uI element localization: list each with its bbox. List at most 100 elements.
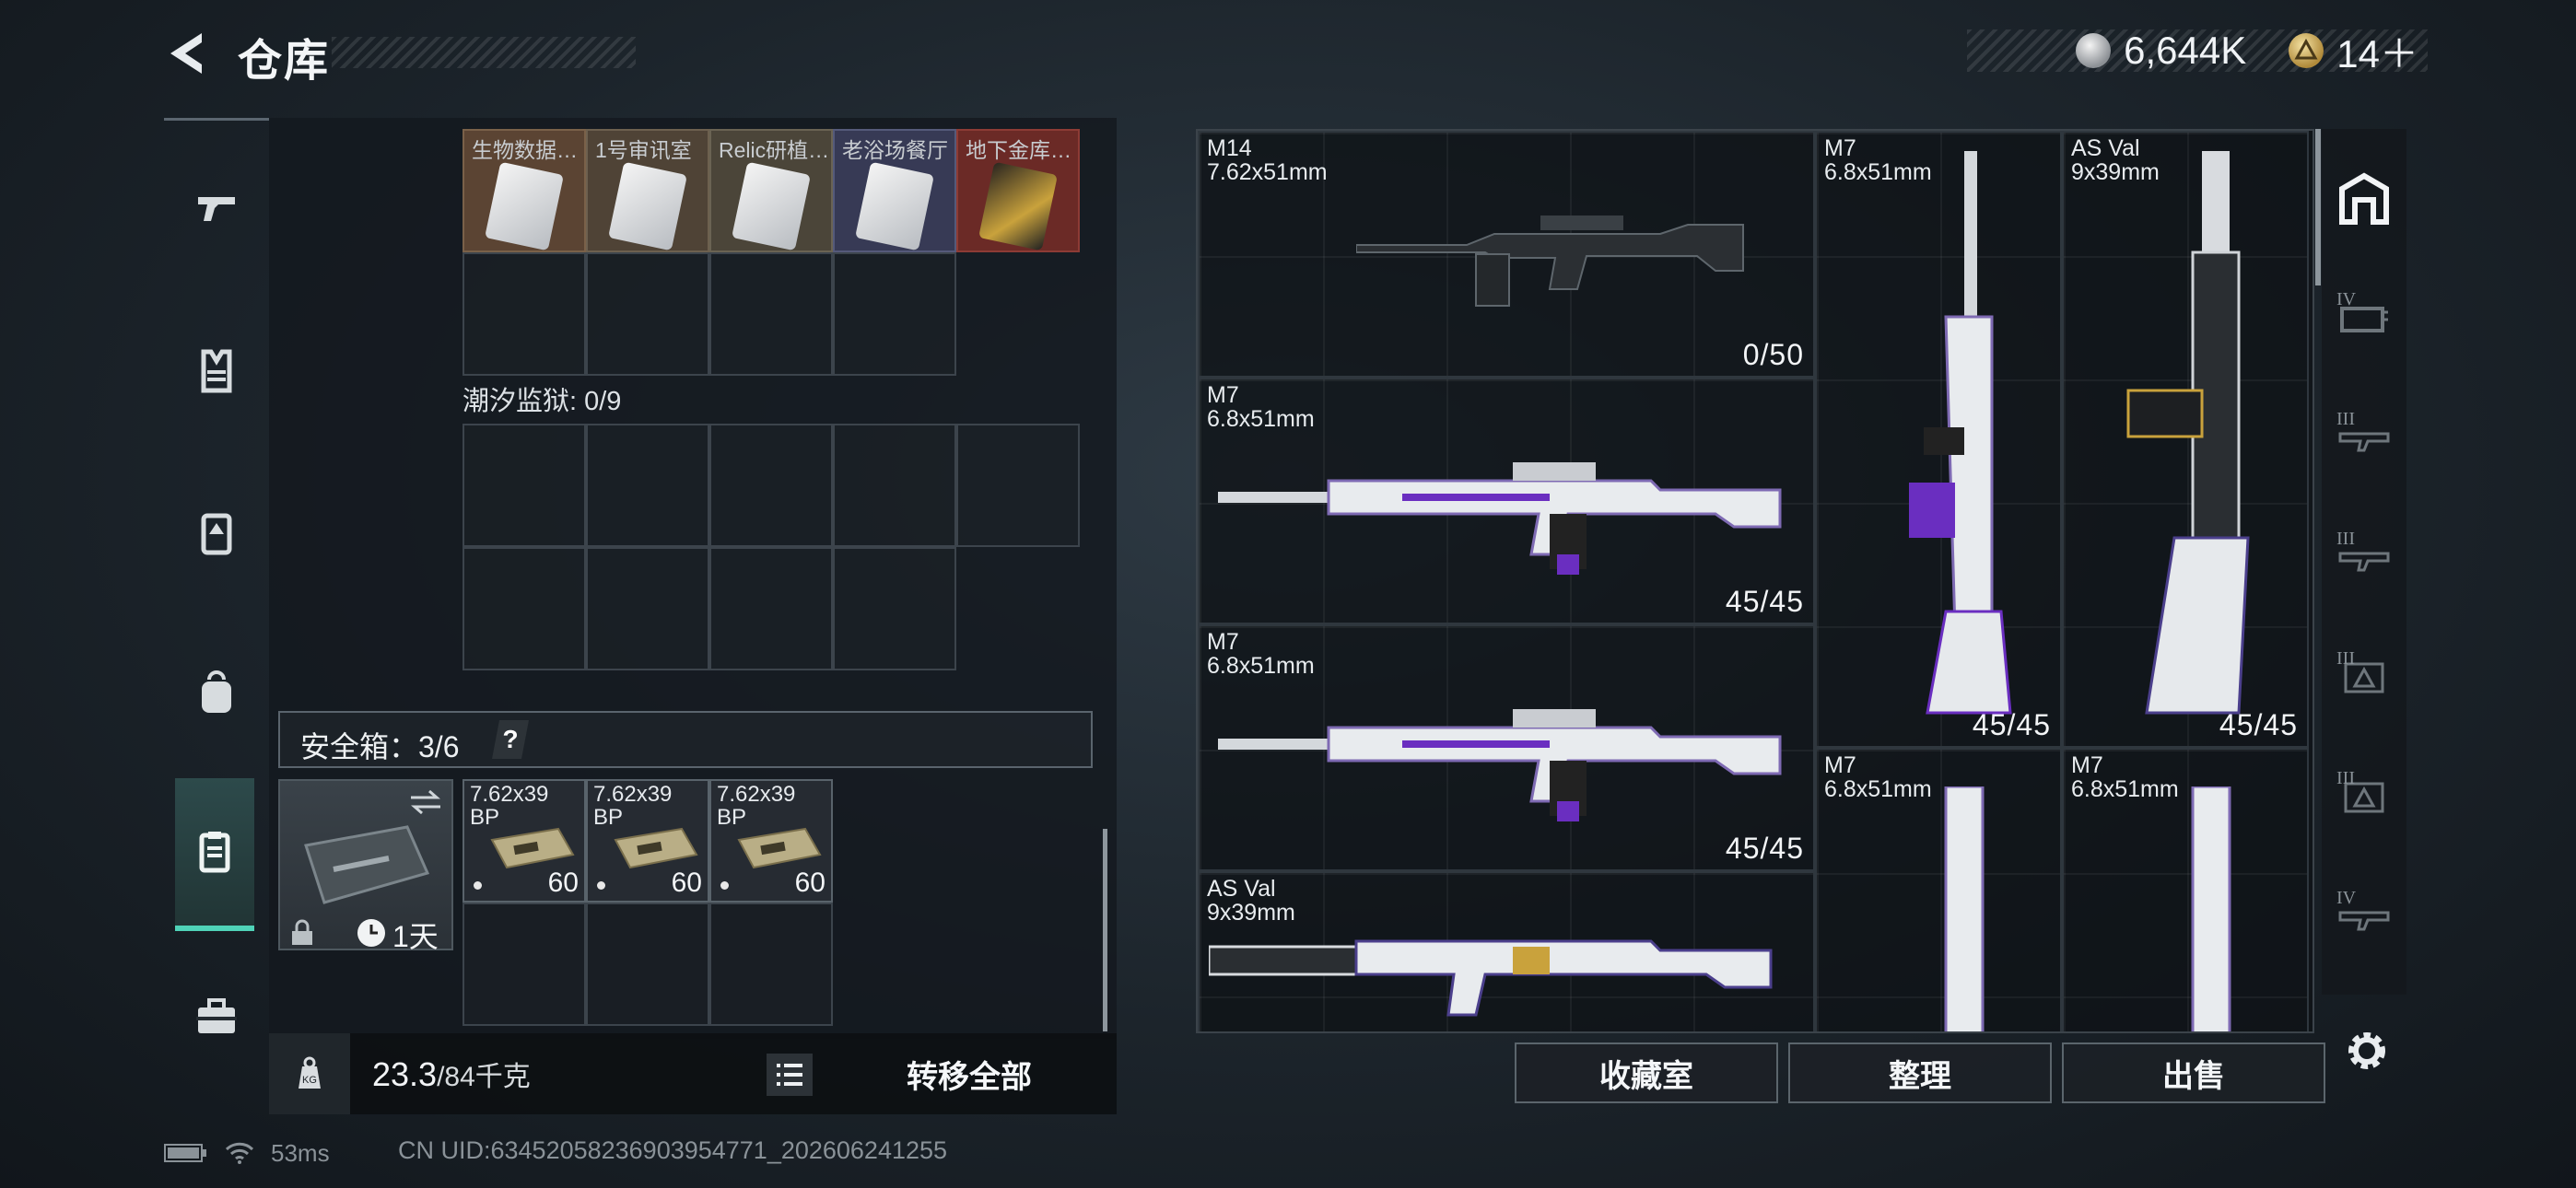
ammo-item[interactable]: 7.62x39 BP 60: [709, 779, 833, 903]
weapon-slot[interactable]: M7 6.8x51mm 45/45: [1815, 131, 2062, 748]
key-card-icon: [608, 161, 687, 250]
key-card-slot[interactable]: 地下金库…: [956, 129, 1080, 252]
weapon-slot[interactable]: M7 6.8x51mm 45/45: [1198, 378, 1815, 624]
list-view-button[interactable]: [767, 1054, 813, 1096]
back-button[interactable]: [157, 28, 221, 79]
key-card-slot[interactable]: 生物数据…: [463, 129, 586, 252]
tab-rigs[interactable]: [164, 463, 269, 601]
weapon-name: M14 7.62x51mm: [1207, 135, 1328, 185]
sell-button[interactable]: 出售: [2062, 1042, 2325, 1103]
weapon-slot[interactable]: AS Val 9x39mm 45/45: [2062, 131, 2309, 748]
weapon-name: M7 6.8x51mm: [1824, 752, 1932, 802]
ammo-count: 60: [671, 868, 702, 898]
empty-slot[interactable]: [463, 903, 586, 1026]
filter-tier-iii-armor[interactable]: III: [2322, 617, 2406, 737]
rig-icon: [201, 513, 232, 555]
tab-backpacks[interactable]: [164, 623, 269, 762]
empty-slot[interactable]: [833, 424, 956, 547]
empty-slot[interactable]: [463, 424, 586, 547]
weapon-locker-icon: [2339, 172, 2389, 225]
empty-slot[interactable]: [586, 903, 709, 1026]
clipboard-icon: [199, 832, 230, 873]
empty-slot[interactable]: [833, 252, 956, 376]
settings-button[interactable]: [2338, 1022, 2395, 1079]
weapon-slot[interactable]: M14 7.62x51mm 0/50: [1198, 131, 1815, 378]
ammo-indicator-dot: [597, 881, 605, 890]
empty-slot[interactable]: [956, 424, 1080, 547]
filter-tier-iii-rifles[interactable]: III: [2322, 378, 2406, 497]
key-card-label: 1号审讯室: [595, 138, 692, 162]
empty-slot[interactable]: [586, 252, 709, 376]
empty-slot[interactable]: [709, 547, 833, 670]
weapon-stash-panel: M14 7.62x51mm 0/50 M7 6.8x51mm 45/45 AS Va…: [1196, 129, 2314, 1033]
weapon-ammo: 0/50: [1742, 338, 1804, 371]
safe-box-item[interactable]: 1天: [278, 779, 453, 953]
key-card-label: 老浴场餐厅: [842, 138, 948, 162]
key-card-icon: [732, 161, 811, 250]
weapon-name: M7 6.8x51mm: [1207, 382, 1315, 432]
tab-pistols[interactable]: [164, 139, 269, 277]
filter-tier-iv-weapons[interactable]: IV: [2322, 258, 2406, 378]
weapon-slot[interactable]: M7 6.8x51mm: [1815, 748, 2062, 1031]
carry-weight: 23.3/84千克: [372, 1054, 531, 1094]
safe-box-label: 安全箱：3/6: [300, 730, 460, 763]
weapon-slot[interactable]: M7 6.8x51mm 45/45: [1198, 624, 1815, 871]
stash-scrollbar[interactable]: [1103, 829, 1107, 1031]
filter-tier-iii-carbines[interactable]: III: [2322, 497, 2406, 617]
title-decoration: [332, 37, 636, 68]
empty-slot[interactable]: [586, 547, 709, 670]
ammo-item[interactable]: 7.62x39 BP 60: [586, 779, 709, 903]
carry-weight-capacity: /84千克: [437, 1062, 531, 1092]
tab-containers[interactable]: [175, 778, 254, 931]
m7-rifle-icon: [1218, 462, 1782, 575]
key-card-slot[interactable]: Relic研植…: [709, 129, 833, 252]
key-card-icon: [855, 161, 934, 250]
filter-tier-iii-helmets[interactable]: III: [2322, 737, 2406, 856]
m7-rifle-icon: [1218, 709, 1782, 821]
as-val-rifle-icon: [1209, 939, 1773, 1017]
sort-button[interactable]: 整理: [1788, 1042, 2052, 1103]
m7-rifle-vertical-icon: [1909, 151, 2012, 715]
svg-text:KG: KG: [302, 1075, 317, 1086]
lock-icon: [292, 919, 312, 945]
weapon-slot[interactable]: M7 6.8x51mm: [2062, 748, 2309, 1031]
safe-box-header: 安全箱：3/6 ?: [278, 711, 1093, 768]
weapon-slot[interactable]: AS Val 9x39mm: [1198, 871, 1815, 1031]
currency-bar: 6,644K 14＋: [1967, 29, 2428, 76]
empty-slot[interactable]: [709, 424, 833, 547]
m7-rifle-vertical-icon: [1944, 786, 1985, 1031]
m14-rifle-icon: [1356, 215, 1744, 307]
tab-misc[interactable]: [164, 948, 269, 1086]
key-card-slot[interactable]: 1号审讯室: [586, 129, 709, 252]
ammo-count: 60: [547, 868, 579, 898]
safe-case-icon: [304, 825, 430, 904]
collection-room-button[interactable]: 收藏室: [1515, 1042, 1778, 1103]
tab-armor[interactable]: [164, 301, 269, 439]
page-title: 仓库: [238, 37, 331, 86]
filter-all-weapons[interactable]: [2322, 138, 2406, 258]
list-icon: [777, 1064, 802, 1086]
user-uid: CN UID:634520582369039547​71_20260624125…: [398, 1136, 948, 1164]
empty-slot[interactable]: [833, 547, 956, 670]
help-button[interactable]: ?: [492, 720, 529, 759]
empty-slot[interactable]: [463, 547, 586, 670]
weapon-ammo: 45/45: [1725, 585, 1804, 618]
transfer-all-button[interactable]: 转移全部: [822, 1033, 1117, 1114]
ammo-count: 60: [794, 868, 825, 898]
ammo-indicator-dot: [720, 881, 729, 890]
wifi-icon: [225, 1142, 254, 1164]
armor-vest-icon: [201, 349, 232, 393]
empty-slot[interactable]: [586, 424, 709, 547]
empty-slot[interactable]: [463, 252, 586, 376]
key-card-slot[interactable]: 老浴场餐厅: [833, 129, 956, 252]
empty-slot[interactable]: [709, 903, 833, 1026]
filter-tier-iv-gear[interactable]: IV: [2322, 856, 2406, 976]
gear-icon: [2348, 1032, 2385, 1069]
empty-slot[interactable]: [709, 252, 833, 376]
battery-icon: [164, 1144, 206, 1162]
swap-icon[interactable]: [407, 788, 444, 816]
weapon-scrollbar[interactable]: [2315, 129, 2321, 285]
ammo-item[interactable]: 7.62x39 BP 60: [463, 779, 586, 903]
stash-bottom-bar: KG 23.3/84千克 转移全部: [269, 1033, 1117, 1114]
key-card-label: 生物数据…: [472, 138, 578, 162]
